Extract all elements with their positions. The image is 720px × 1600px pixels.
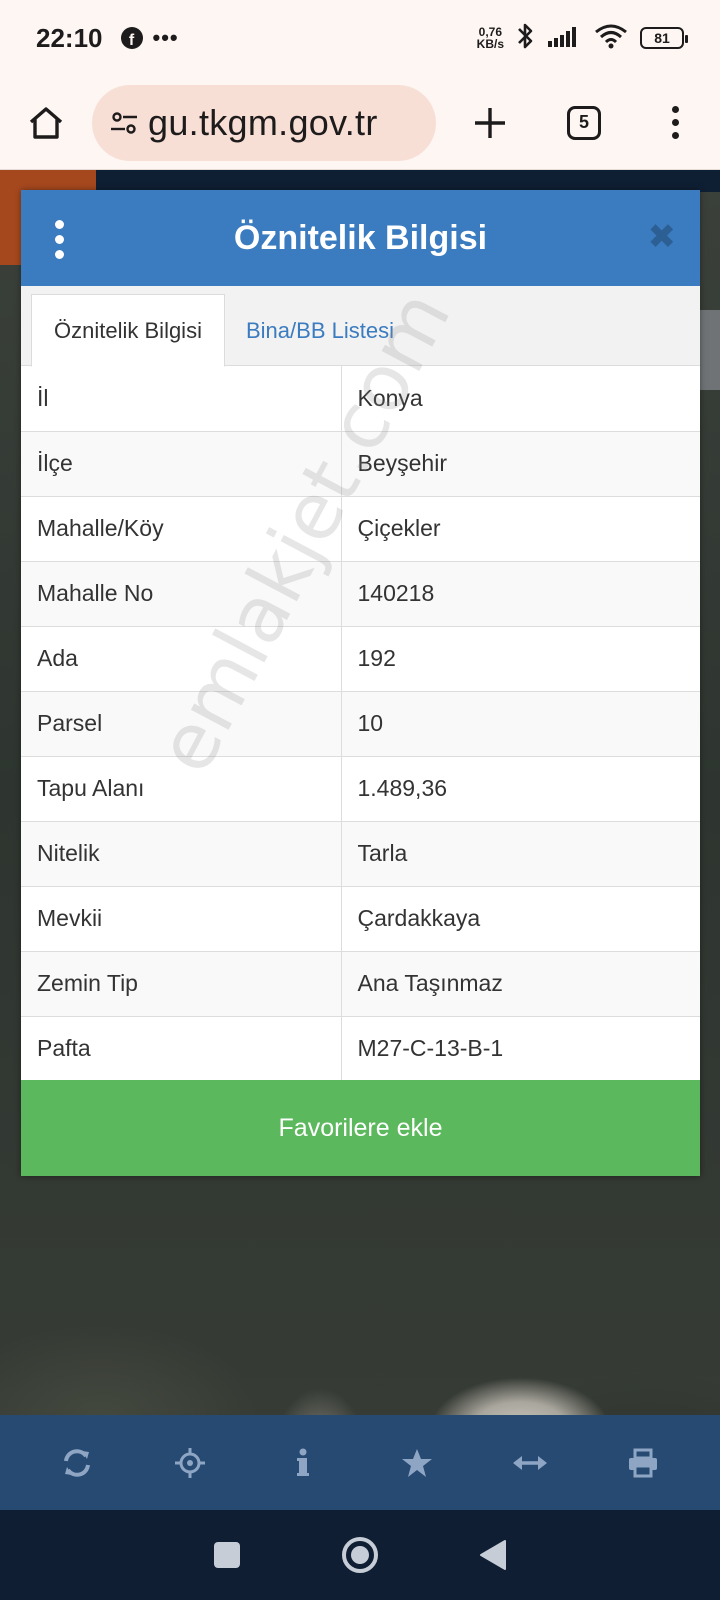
menu-dot-icon: [671, 132, 679, 139]
attribute-key: Mevkii: [21, 885, 342, 951]
attribute-key: Nitelik: [21, 820, 342, 886]
attribute-value: 140218: [341, 560, 700, 626]
battery-icon: 81: [640, 27, 688, 49]
table-row: Mahalle No 140218: [21, 560, 700, 626]
home-icon: [29, 106, 63, 139]
menu-dot-icon: [55, 220, 64, 229]
square-icon: [213, 1542, 240, 1568]
table-row: Mevkii Çardakkaya: [21, 885, 700, 951]
menu-dot-icon: [55, 235, 64, 244]
network-speed-unit: KB/s: [476, 37, 504, 51]
attribute-value: 10: [341, 690, 700, 756]
star-icon: [401, 1448, 432, 1477]
status-bar: 22:10 f ••• 0,76 KB/s 81: [0, 0, 720, 76]
measure-button[interactable]: [500, 1433, 560, 1493]
table-row: Zemin Tip Ana Taşınmaz: [21, 950, 700, 1016]
locate-icon: [174, 1447, 205, 1478]
refresh-icon: [63, 1448, 90, 1477]
map-toolbar: [0, 1415, 720, 1510]
attribute-value: M27-C-13-B-1: [341, 1015, 700, 1081]
more-notifications-icon: •••: [152, 25, 179, 50]
wifi-icon: [594, 23, 628, 54]
attribute-value: 192: [341, 625, 700, 691]
plus-icon: [475, 107, 505, 138]
attribute-key: Pafta: [21, 1015, 342, 1081]
home-button[interactable]: [0, 76, 92, 170]
close-icon[interactable]: ✖: [648, 220, 677, 254]
home-nav-button[interactable]: [330, 1525, 390, 1585]
signal-icon: [548, 25, 582, 52]
table-row: Ada 192: [21, 625, 700, 691]
print-icon: [629, 1448, 658, 1477]
measure-icon: [512, 1455, 547, 1470]
table-row: Nitelik Tarla: [21, 820, 700, 886]
new-tab-button[interactable]: [442, 76, 538, 170]
tab-attribute-info[interactable]: Öznitelik Bilgisi: [31, 294, 225, 367]
back-triangle-icon: [480, 1540, 507, 1570]
browser-menu-button[interactable]: [630, 76, 720, 170]
url-text: gu.tkgm.gov.tr: [148, 101, 378, 143]
dialog-menu-button[interactable]: [55, 220, 64, 259]
browser-toolbar: gu.tkgm.gov.tr 5: [0, 76, 720, 170]
attribute-key: İl: [21, 366, 342, 431]
dialog-header: Öznitelik Bilgisi ✖: [21, 190, 700, 286]
attribute-value: Çardakkaya: [341, 885, 700, 951]
tab-switcher-button[interactable]: 5: [538, 76, 630, 170]
refresh-button[interactable]: [47, 1433, 107, 1493]
menu-dot-icon: [55, 250, 64, 259]
menu-dot-icon: [671, 119, 679, 126]
table-row: Tapu Alanı 1.489,36: [21, 755, 700, 821]
add-favorite-button[interactable]: Favorilere ekle: [21, 1080, 700, 1176]
attribute-key: Zemin Tip: [21, 950, 342, 1016]
site-settings-icon[interactable]: [106, 111, 142, 135]
attribute-value: Çiçekler: [341, 495, 700, 561]
map-header-strip: [96, 170, 720, 192]
map-scroll-edge: [698, 310, 720, 390]
table-row: Parsel 10: [21, 690, 700, 756]
bluetooth-icon: [516, 21, 536, 56]
dialog-title: Öznitelik Bilgisi: [233, 218, 488, 257]
address-bar[interactable]: gu.tkgm.gov.tr: [92, 84, 436, 161]
attribute-value: Tarla: [341, 820, 700, 886]
attribute-value: Ana Taşınmaz: [341, 950, 700, 1016]
facebook-notification-icon: f: [120, 27, 143, 49]
info-icon: [297, 1448, 310, 1476]
print-button[interactable]: [613, 1433, 673, 1493]
network-speed: 0,76 KB/s: [477, 26, 504, 50]
locate-button[interactable]: [160, 1433, 220, 1493]
favorites-button[interactable]: [387, 1433, 447, 1493]
circle-icon: [341, 1537, 378, 1573]
info-button[interactable]: [273, 1433, 333, 1493]
table-row: Pafta M27-C-13-B-1: [21, 1015, 700, 1081]
menu-dot-icon: [671, 106, 679, 113]
tab-count: 5: [567, 105, 601, 140]
system-navigation-bar: [0, 1510, 720, 1600]
recents-button[interactable]: [197, 1525, 257, 1585]
attribute-value: 1.489,36: [341, 755, 700, 821]
back-button[interactable]: [463, 1525, 523, 1585]
status-time: 22:10: [36, 22, 103, 53]
